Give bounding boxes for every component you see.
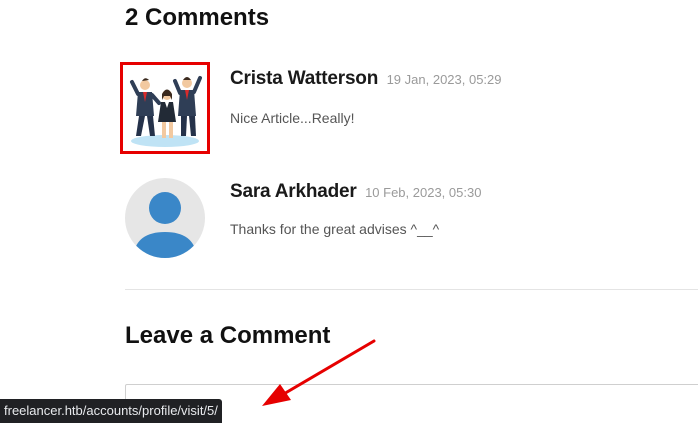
comment-item: Sara Arkhader 10 Feb, 2023, 05:30 Thanks… bbox=[120, 178, 698, 260]
commenter-avatar-link[interactable] bbox=[120, 62, 210, 154]
comment-date: 10 Feb, 2023, 05:30 bbox=[365, 185, 482, 200]
comment-author-name[interactable]: Crista Watterson bbox=[230, 68, 378, 89]
business-team-avatar-icon bbox=[130, 76, 202, 147]
section-divider bbox=[125, 289, 698, 290]
comment-body: Nice Article...Really! bbox=[230, 110, 355, 126]
comment-date: 19 Jan, 2023, 05:29 bbox=[386, 72, 502, 87]
comment-meta: Sara Arkhader 10 Feb, 2023, 05:30 bbox=[230, 181, 481, 203]
browser-status-bar: freelancer.htb/accounts/profile/visit/5/ bbox=[0, 399, 222, 423]
comment-author-name[interactable]: Sara Arkhader bbox=[230, 181, 357, 202]
leave-comment-heading: Leave a Comment bbox=[125, 322, 331, 349]
comment-item: Crista Watterson 19 Jan, 2023, 05:29 Nic… bbox=[120, 62, 698, 156]
commenter-avatar-link[interactable] bbox=[125, 178, 205, 258]
comment-body: Thanks for the great advises ^__^ bbox=[230, 221, 440, 237]
blog-post-page: 2 Comments Crista Watterson 19 Jan, 2023… bbox=[0, 0, 698, 423]
comments-count-heading: 2 Comments bbox=[125, 4, 270, 31]
comment-meta: Crista Watterson 19 Jan, 2023, 05:29 bbox=[230, 68, 502, 90]
default-user-avatar-icon bbox=[133, 192, 197, 258]
